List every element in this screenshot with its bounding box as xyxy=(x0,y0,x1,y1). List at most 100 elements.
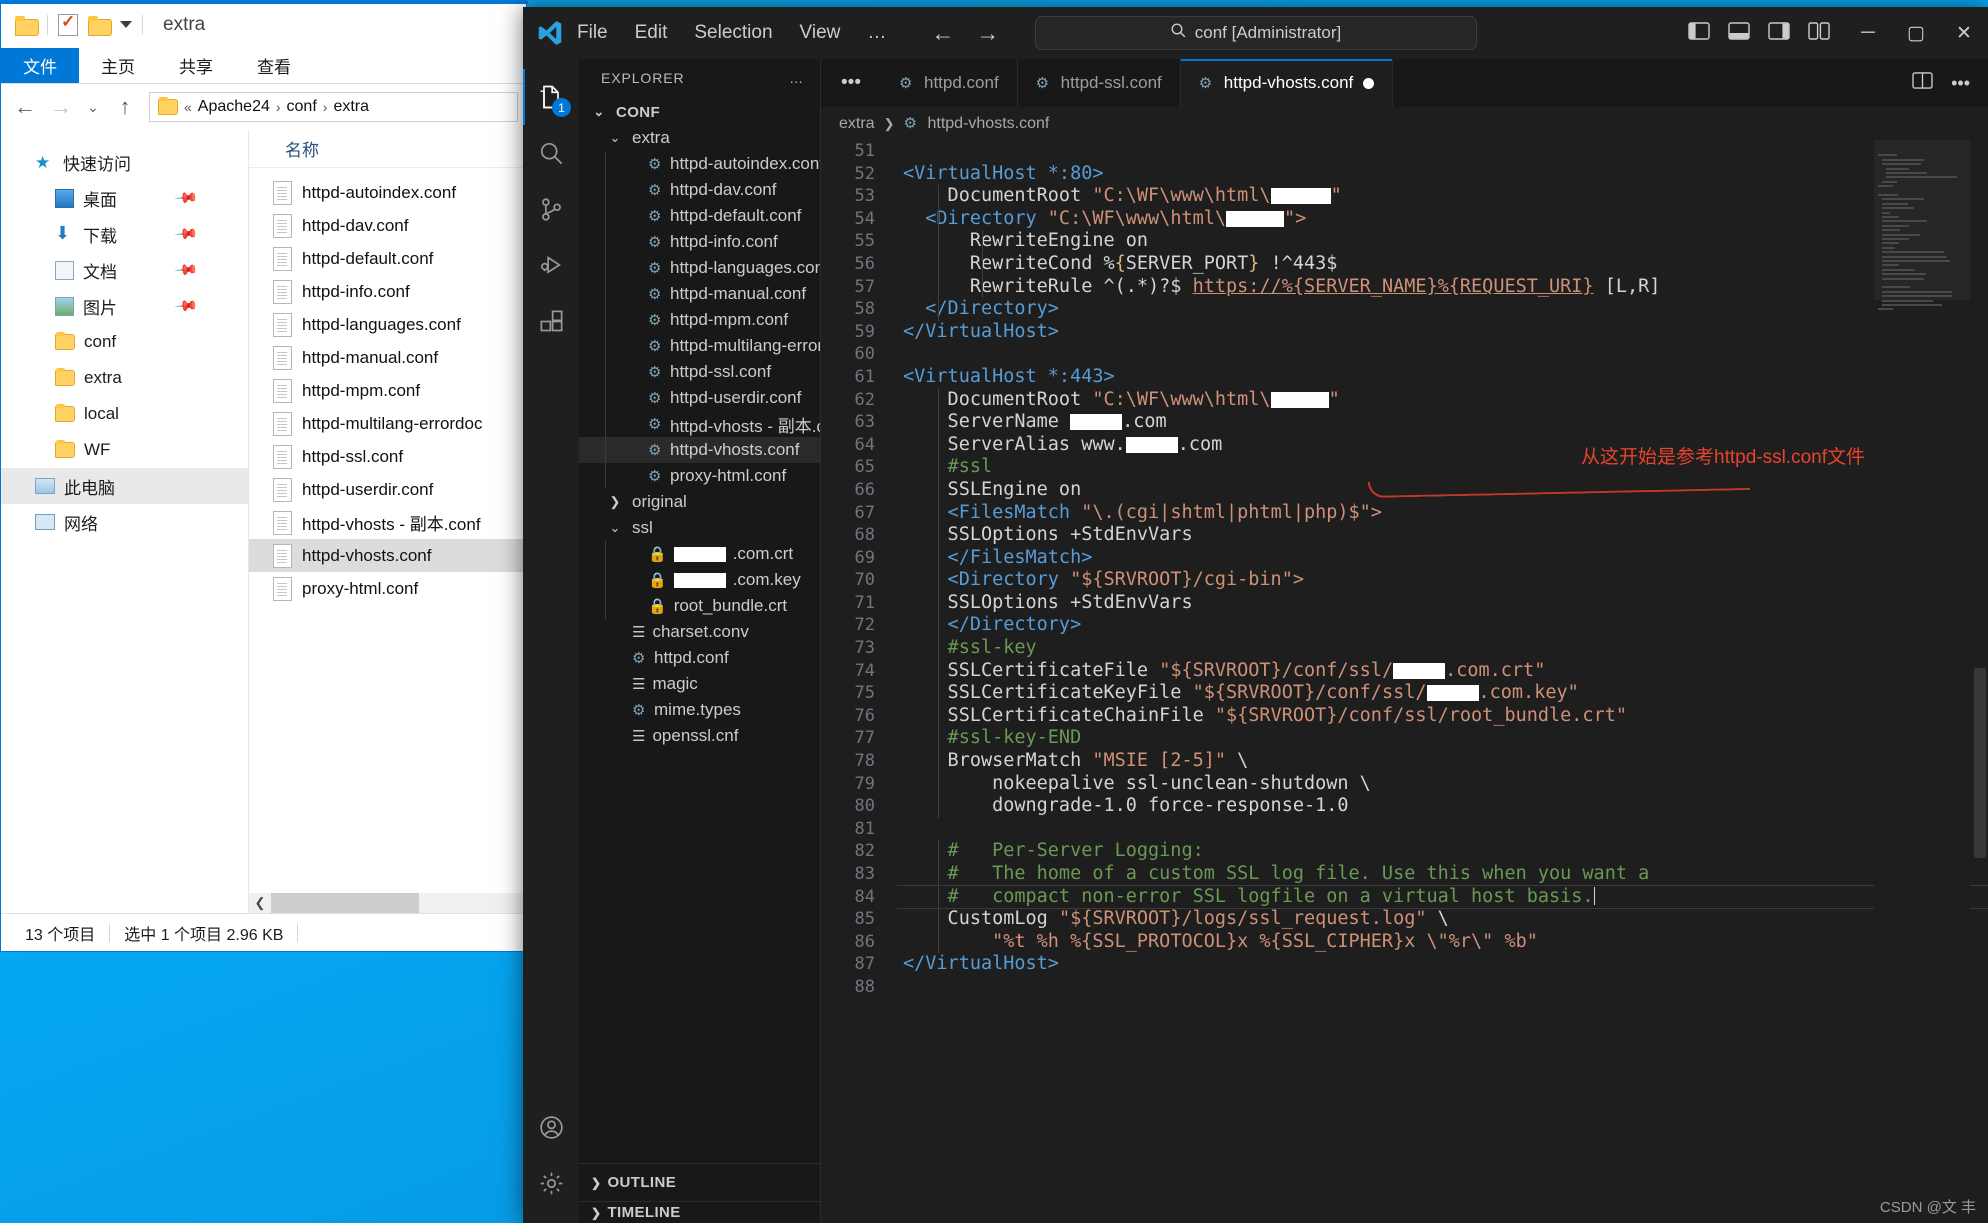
go-back-icon[interactable]: ← xyxy=(931,20,954,47)
activity-run-debug-icon[interactable] xyxy=(523,237,579,293)
toggle-panel-icon[interactable] xyxy=(1728,21,1750,46)
scroll-thumb[interactable] xyxy=(271,893,419,913)
pin-icon[interactable]: 📌 xyxy=(174,185,200,211)
tree-item-19[interactable]: ☰ charset.conv xyxy=(579,619,820,645)
code-line-61[interactable]: 61 <VirtualHost *:443> xyxy=(821,366,1988,389)
code-line-62[interactable]: 62 DocumentRoot "C:\WF\www\html\ " xyxy=(821,388,1988,412)
nav-item-3[interactable]: 文档 📌 xyxy=(1,252,248,288)
customize-layout-icon[interactable] xyxy=(1808,21,1830,46)
code-line-54[interactable]: 54 <Directory "C:\WF\www\html\ "> xyxy=(821,207,1988,231)
code-lines[interactable]: 51 52 <VirtualHost *:80> 53 DocumentRoot "C… xyxy=(821,140,1988,999)
code-line-72[interactable]: 72 </Directory> xyxy=(821,614,1988,638)
code-line-69[interactable]: 69 </FilesMatch> xyxy=(821,546,1988,570)
breadcrumb-extra[interactable]: extra xyxy=(333,98,369,116)
code-line-70[interactable]: 70 <Directory "${SRVROOT}/cgi-bin"> xyxy=(821,569,1988,592)
nav-item-0[interactable]: ★ 快速访问 xyxy=(1,144,248,180)
code-line-68[interactable]: 68 SSLOptions +StdEnvVars xyxy=(821,524,1988,547)
code-line-75[interactable]: 75 SSLCertificateKeyFile "${SRVROOT}/con… xyxy=(821,682,1988,705)
code-editor[interactable]: 51 52 <VirtualHost *:80> 53 DocumentRoot "C… xyxy=(821,140,1988,1223)
scroll-track[interactable] xyxy=(271,893,526,913)
go-forward-icon[interactable]: → xyxy=(976,20,999,47)
tree-item-1[interactable]: ⚙ httpd-autoindex.conf xyxy=(579,151,820,177)
nav-item-7[interactable]: local xyxy=(1,396,248,432)
menu-file[interactable]: File xyxy=(577,22,608,44)
file-row[interactable]: proxy-html.conf xyxy=(249,572,526,605)
chevron-down-icon[interactable]: ⌄ xyxy=(605,520,625,536)
tree-item-15[interactable]: ⌄ ssl xyxy=(579,515,820,541)
scroll-left-arrow-icon[interactable]: ❮ xyxy=(249,893,271,913)
tree-item-4[interactable]: ⚙ httpd-info.conf xyxy=(579,229,820,255)
menu-view[interactable]: View xyxy=(800,22,841,44)
file-row[interactable]: httpd-vhosts - 副本.conf xyxy=(249,506,526,539)
toggle-secondary-sidebar-icon[interactable] xyxy=(1768,21,1790,46)
code-line-83[interactable]: 83 # The home of a custom SSL log file. … xyxy=(821,863,1988,886)
breadcrumb-conf[interactable]: conf xyxy=(287,98,317,116)
tree-item-17[interactable]: 🔒 .com.key xyxy=(579,567,820,593)
tab-httpd-vhosts-conf[interactable]: ⚙ httpd-vhosts.conf xyxy=(1180,59,1394,107)
nav-item-9[interactable]: 此电脑 xyxy=(1,468,248,504)
code-line-88[interactable]: 88 xyxy=(821,976,1988,999)
tree-root-conf[interactable]: ⌄ CONF xyxy=(579,99,820,125)
breadcrumb-folder[interactable]: extra xyxy=(839,115,875,133)
file-row[interactable]: httpd-mpm.conf xyxy=(249,374,526,407)
file-row[interactable]: httpd-ssl.conf xyxy=(249,440,526,473)
tree-item-14[interactable]: ❯ original xyxy=(579,489,820,515)
editor-vertical-scrollbar[interactable] xyxy=(1974,668,1986,858)
ribbon-tab-home[interactable]: 主页 xyxy=(79,48,157,83)
minimize-button[interactable]: ─ xyxy=(1844,7,1892,59)
file-row[interactable]: httpd-info.conf xyxy=(249,275,526,308)
tree-item-8[interactable]: ⚙ httpd-multilang-errordoc.... xyxy=(579,333,820,359)
nav-item-10[interactable]: 网络 xyxy=(1,504,248,540)
code-line-76[interactable]: 76 SSLCertificateChainFile "${SRVROOT}/c… xyxy=(821,704,1988,728)
code-line-59[interactable]: 59 </VirtualHost> xyxy=(821,321,1988,344)
code-line-82[interactable]: 82 # Per-Server Logging: xyxy=(821,840,1988,863)
tree-item-0[interactable]: ⌄ extra xyxy=(579,125,820,151)
column-header-name[interactable]: 名称 xyxy=(249,130,526,168)
breadcrumb-apache24[interactable]: Apache24 xyxy=(198,98,270,116)
tab-httpd-conf[interactable]: ⚙ httpd.conf xyxy=(881,59,1018,107)
horizontal-scrollbar[interactable]: ❮ xyxy=(249,893,526,913)
tab-httpd-ssl-conf[interactable]: ⚙ httpd-ssl.conf xyxy=(1017,59,1181,107)
chevron-down-icon[interactable] xyxy=(120,21,132,28)
code-line-81[interactable]: 81 xyxy=(821,818,1988,841)
code-line-87[interactable]: 87 </VirtualHost> xyxy=(821,953,1988,976)
editor-minimap[interactable] xyxy=(1874,140,1970,1223)
tabs-overflow-icon[interactable]: ••• xyxy=(821,59,881,107)
nav-item-1[interactable]: 桌面 📌 xyxy=(1,180,248,216)
tree-item-22[interactable]: ⚙ mime.types xyxy=(579,697,820,723)
close-button[interactable]: ✕ xyxy=(1940,7,1988,59)
recent-locations-chevron-icon[interactable]: ⌄ xyxy=(81,91,105,123)
file-row[interactable]: httpd-dav.conf xyxy=(249,209,526,242)
sidebar-section-outline[interactable]: ❯ OUTLINE xyxy=(579,1163,820,1201)
activity-search-icon[interactable] xyxy=(523,125,579,181)
chevron-down-icon[interactable]: ⌄ xyxy=(605,130,625,146)
activity-explorer-icon[interactable]: 1 xyxy=(523,69,579,125)
tree-item-2[interactable]: ⚙ httpd-dav.conf xyxy=(579,177,820,203)
code-line-77[interactable]: 77 #ssl-key-END xyxy=(821,727,1988,751)
code-line-85[interactable]: 85 CustomLog "${SRVROOT}/logs/ssl_reques… xyxy=(821,908,1988,931)
editor-more-actions-icon[interactable]: ••• xyxy=(1951,73,1970,94)
tree-item-6[interactable]: ⚙ httpd-manual.conf xyxy=(579,281,820,307)
pin-icon[interactable]: 📌 xyxy=(174,257,200,283)
activity-settings-gear-icon[interactable] xyxy=(523,1155,579,1211)
code-line-80[interactable]: 80 downgrade-1.0 force-response-1.0 xyxy=(821,795,1988,818)
address-bar[interactable]: « Apache24 › conf › extra xyxy=(149,92,518,122)
tree-item-23[interactable]: ☰ openssl.cnf xyxy=(579,723,820,749)
file-row[interactable]: httpd-manual.conf xyxy=(249,341,526,374)
toggle-primary-sidebar-icon[interactable] xyxy=(1688,21,1710,46)
code-line-67[interactable]: 67 <FilesMatch "\.(cgi|shtml|phtml|php)$… xyxy=(821,501,1988,525)
up-button[interactable]: ↑ xyxy=(109,91,141,123)
file-row[interactable]: httpd-autoindex.conf xyxy=(249,176,526,209)
ribbon-tab-share[interactable]: 共享 xyxy=(157,48,235,83)
file-row[interactable]: httpd-vhosts.conf xyxy=(249,539,526,572)
file-row[interactable]: httpd-default.conf xyxy=(249,242,526,275)
pin-icon[interactable]: 📌 xyxy=(174,221,200,247)
tree-item-9[interactable]: ⚙ httpd-ssl.conf xyxy=(579,359,820,385)
new-folder-icon[interactable] xyxy=(88,15,112,36)
code-line-56[interactable]: 56 RewriteCond %{SERVER_PORT} !^443$ xyxy=(821,252,1988,276)
code-line-79[interactable]: 79 nokeepalive ssl-unclean-shutdown \ xyxy=(821,772,1988,796)
code-line-60[interactable]: 60 xyxy=(821,343,1988,366)
breadcrumb-file[interactable]: httpd-vhosts.conf xyxy=(927,115,1049,133)
code-line-84[interactable]: 84 # compact non-error SSL logfile on a … xyxy=(821,884,1988,909)
code-line-71[interactable]: 71 SSLOptions +StdEnvVars xyxy=(821,591,1988,615)
